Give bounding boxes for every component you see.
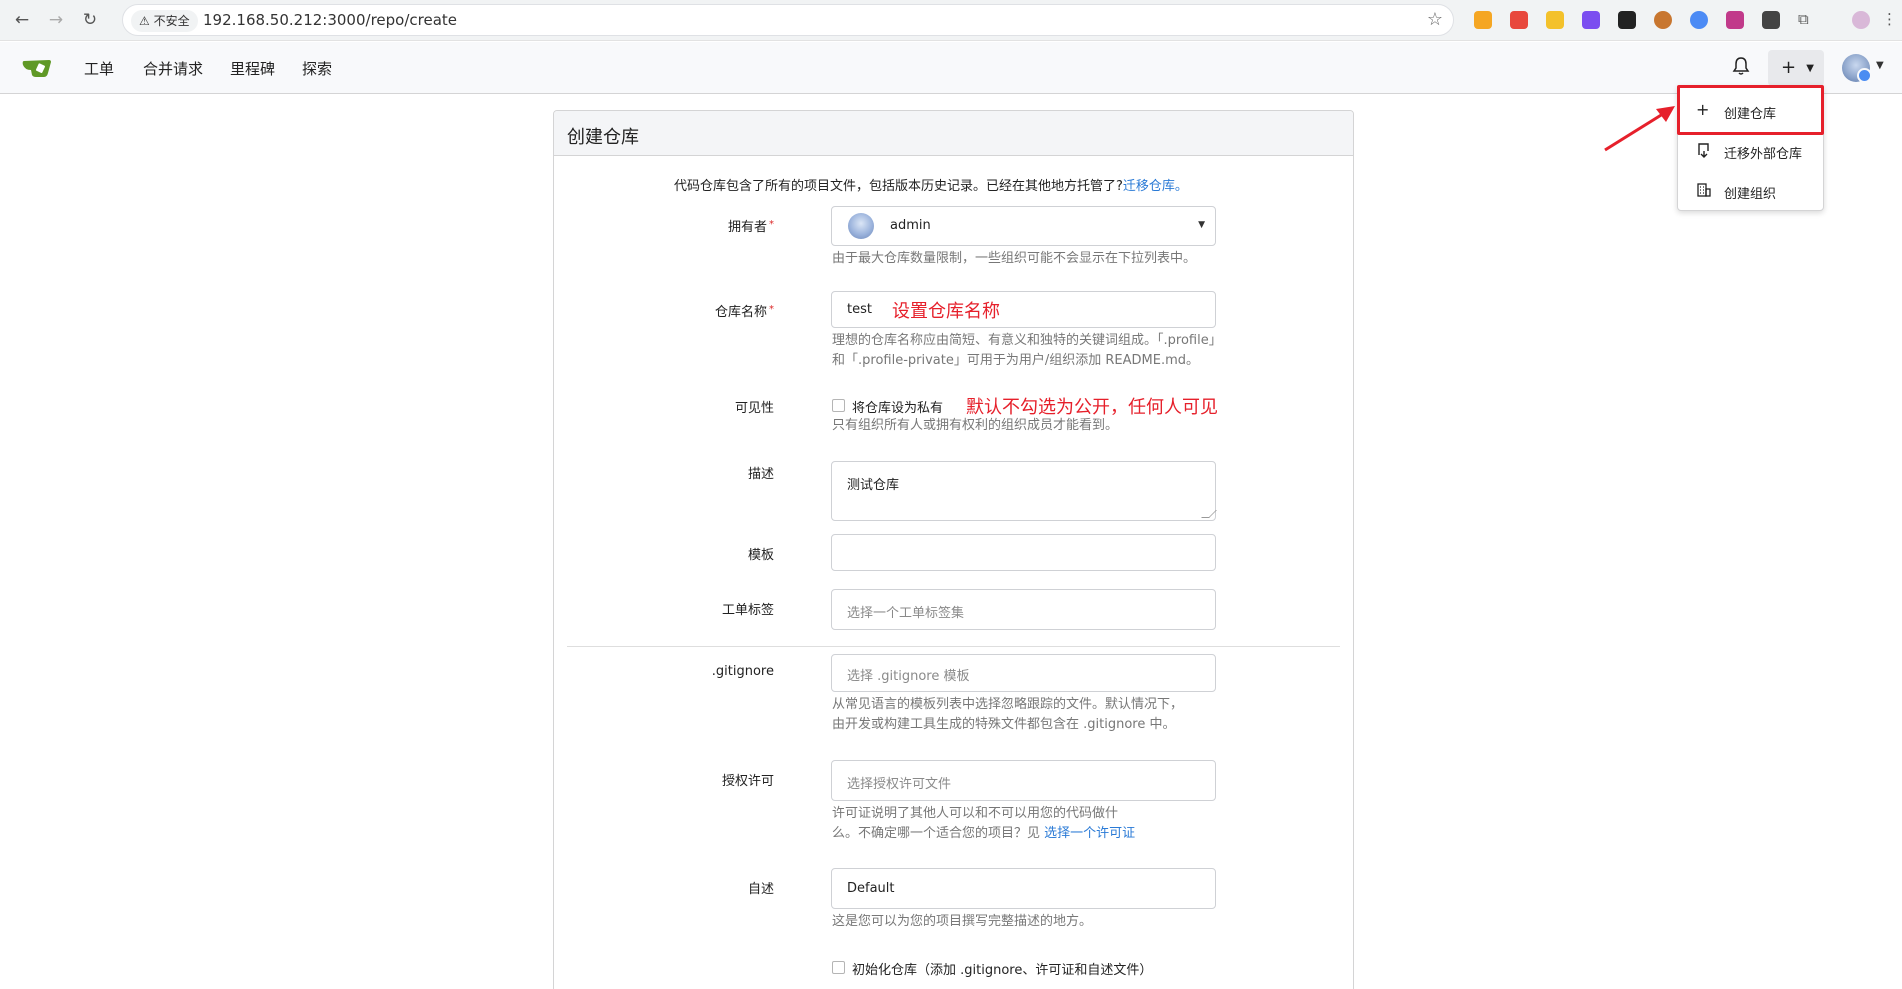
license-select[interactable]: 选择授权许可文件 (831, 760, 1216, 801)
divider (567, 646, 1340, 647)
gitignore-help: 从常见语言的模板列表中选择忽略跟踪的文件。默认情况下， (832, 697, 1184, 712)
forward-icon[interactable]: → (44, 8, 68, 32)
menu-item-new-org[interactable]: 创建组织 (1678, 171, 1823, 211)
chevron-down-icon: ▼ (1806, 63, 1814, 74)
menu-item-label: 创建组织 (1724, 187, 1777, 202)
license-placeholder: 选择授权许可文件 (847, 777, 952, 792)
annotation-arrow-icon (1604, 106, 1675, 152)
issue-labels-select[interactable]: 选择一个工单标签集 (831, 589, 1216, 630)
description-label: 描述 (747, 467, 774, 482)
repo-name-help: 和「.profile-private」可用于为用户/组织添加 README.md… (832, 353, 1199, 368)
profile-icon[interactable] (1852, 11, 1870, 29)
gitignore-label: .gitignore (711, 664, 774, 679)
create-new-button[interactable]: + ▼ (1768, 50, 1824, 86)
private-checkbox[interactable] (832, 399, 845, 412)
description-value: 测试仓库 (847, 478, 900, 493)
owner-value: admin (890, 218, 931, 233)
license-label: 授权许可 (721, 774, 774, 789)
owner-help: 由于最大仓库数量限制，一些组织可能不会显示在下拉列表中。 (832, 251, 1197, 266)
page-title: 创建仓库 (567, 127, 639, 148)
repo-name-value: test (847, 302, 872, 317)
reload-icon[interactable]: ↻ (78, 8, 102, 32)
plus-icon: + (1781, 57, 1797, 78)
back-icon[interactable]: ← (10, 8, 34, 32)
form-intro: 代码仓库包含了所有的项目文件，包括版本历史记录。已经在其他地方托管了?迁移仓库。 (674, 175, 1188, 194)
template-select[interactable] (831, 534, 1216, 571)
issue-labels-placeholder: 选择一个工单标签集 (847, 606, 965, 621)
readme-select[interactable]: Default (831, 868, 1216, 909)
bell-icon[interactable] (1731, 56, 1751, 76)
security-chip[interactable]: ⚠ 不安全 (131, 10, 198, 32)
extension-icon[interactable] (1690, 11, 1708, 29)
gitignore-select[interactable]: 选择 .gitignore 模板 (831, 654, 1216, 692)
chevron-down-icon: ▼ (1198, 220, 1205, 230)
create-repo-form: 创建仓库 代码仓库包含了所有的项目文件，包括版本历史记录。已经在其他地方托管了?… (553, 110, 1354, 989)
warning-icon: ⚠ (139, 14, 150, 28)
init-repo-checkbox-label[interactable]: 初始化仓库（添加 .gitignore、许可证和自述文件） (852, 959, 1152, 978)
private-checkbox-label[interactable]: 将仓库设为私有 (852, 397, 943, 416)
choose-license-link[interactable]: 选择一个许可证 (1044, 826, 1135, 841)
menu-item-migrate-repo[interactable]: 迁移外部仓库 (1678, 131, 1823, 171)
owner-select[interactable]: admin ▼ (831, 206, 1216, 246)
visibility-help: 只有组织所有人或拥有权利的组织成员才能看到。 (832, 418, 1119, 433)
description-textarea[interactable]: 测试仓库 (831, 461, 1217, 521)
browser-toolbar: ← → ↻ ⚠ 不安全 192.168.50.212:3000/repo/cre… (0, 0, 1902, 41)
security-label: 不安全 (153, 14, 190, 28)
more-vert-icon[interactable]: ⋮ (1882, 10, 1897, 28)
extension-icon[interactable] (1726, 11, 1744, 29)
avatar (848, 213, 874, 239)
extension-icon[interactable] (1510, 11, 1528, 29)
migrate-repo-link[interactable]: 迁移仓库。 (1123, 179, 1188, 194)
readme-value: Default (847, 881, 895, 896)
extension-icon[interactable] (1618, 11, 1636, 29)
extensions-puzzle-icon[interactable]: ⧉ (1798, 10, 1809, 28)
gitea-logo-icon[interactable] (22, 56, 52, 78)
intro-text: 代码仓库包含了所有的项目文件，包括版本历史记录。已经在其他地方托管了? (674, 179, 1123, 194)
nav-explore[interactable]: 探索 (302, 58, 332, 79)
address-bar[interactable]: ⚠ 不安全 192.168.50.212:3000/repo/create ☆ (122, 4, 1454, 36)
readme-help: 这是您可以为您的项目撰写完整描述的地方。 (832, 914, 1093, 929)
template-label: 模板 (747, 548, 774, 563)
organization-icon (1697, 183, 1711, 197)
repo-name-input[interactable]: test (831, 291, 1216, 328)
gitignore-placeholder: 选择 .gitignore 模板 (847, 669, 970, 684)
nav-milestones[interactable]: 里程碑 (230, 58, 275, 79)
extension-icon[interactable] (1546, 11, 1564, 29)
resize-handle[interactable] (1201, 510, 1217, 518)
extension-icon[interactable] (1582, 11, 1600, 29)
repo-push-icon (1698, 143, 1709, 158)
init-repo-checkbox[interactable] (832, 961, 845, 974)
repo-name-label: 仓库名称 * (714, 304, 774, 320)
app-header: 工单 合并请求 里程碑 探索 + ▼ ▼ (0, 42, 1902, 94)
annotation-text: 设置仓库名称 (892, 301, 1000, 322)
readme-label: 自述 (747, 882, 774, 897)
avatar (1842, 54, 1872, 83)
annotation-highlight-box (1677, 85, 1824, 135)
user-menu[interactable]: ▼ (1842, 52, 1890, 84)
chevron-down-icon: ▼ (1876, 60, 1884, 71)
nav-pull-requests[interactable]: 合并请求 (143, 58, 203, 79)
visibility-label: 可见性 (734, 401, 774, 416)
form-header: 创建仓库 (554, 111, 1353, 156)
extension-icon[interactable] (1474, 11, 1492, 29)
license-help: 许可证说明了其他人可以和不可以用您的代码做什 (832, 806, 1119, 821)
gitignore-help: 由开发或构建工具生成的特殊文件都包含在 .gitignore 中。 (832, 717, 1176, 732)
menu-item-label: 迁移外部仓库 (1724, 147, 1803, 162)
nav-issues[interactable]: 工单 (84, 58, 114, 79)
owner-label: 拥有者 * (727, 219, 774, 235)
issue-labels-label: 工单标签 (721, 603, 774, 618)
license-help: 么。不确定哪一个适合您的项目？见 选择一个许可证 (832, 826, 1136, 841)
url-text[interactable]: 192.168.50.212:3000/repo/create (203, 5, 457, 35)
bookmark-star-icon[interactable]: ☆ (1427, 9, 1443, 30)
notion-icon[interactable] (1762, 11, 1780, 29)
repo-name-help: 理想的仓库名称应由简短、有意义和独特的关键词组成。「.profile」 (832, 333, 1222, 348)
extension-icon[interactable] (1654, 11, 1672, 29)
